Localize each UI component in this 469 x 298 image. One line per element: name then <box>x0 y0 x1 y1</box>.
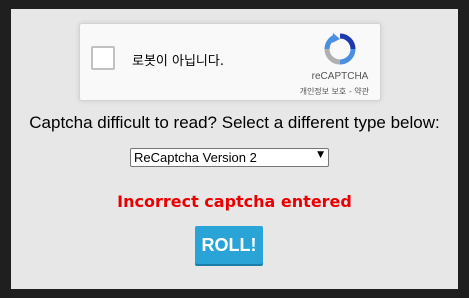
roll-button[interactable]: ROLL! <box>195 226 263 264</box>
recaptcha-brand: reCAPTCHA <box>311 71 369 82</box>
dropdown-arrow-icon: ▼ <box>317 150 324 160</box>
captcha-type-selected: ReCaptcha Version 2 <box>134 150 257 165</box>
error-message: Incorrect captcha entered <box>117 192 352 211</box>
captcha-panel: 로봇이 아닙니다. reCAPTCHA 개인정보 보호 - 약관 Captcha… <box>11 9 458 289</box>
terms-link[interactable]: 약관 <box>354 87 369 96</box>
not-robot-checkbox[interactable] <box>91 46 115 70</box>
recaptcha-logo-icon <box>324 33 356 65</box>
privacy-link[interactable]: 개인정보 보호 <box>300 87 347 96</box>
captcha-type-prompt: Captcha difficult to read? Select a diff… <box>29 113 440 132</box>
recaptcha-links: 개인정보 보호 - 약관 <box>300 86 369 97</box>
recaptcha-label: 로봇이 아닙니다. <box>132 54 224 69</box>
recaptcha-widget: 로봇이 아닙니다. reCAPTCHA 개인정보 보호 - 약관 <box>79 23 381 101</box>
captcha-type-select[interactable]: ReCaptcha Version 2 ▼ <box>130 148 329 167</box>
